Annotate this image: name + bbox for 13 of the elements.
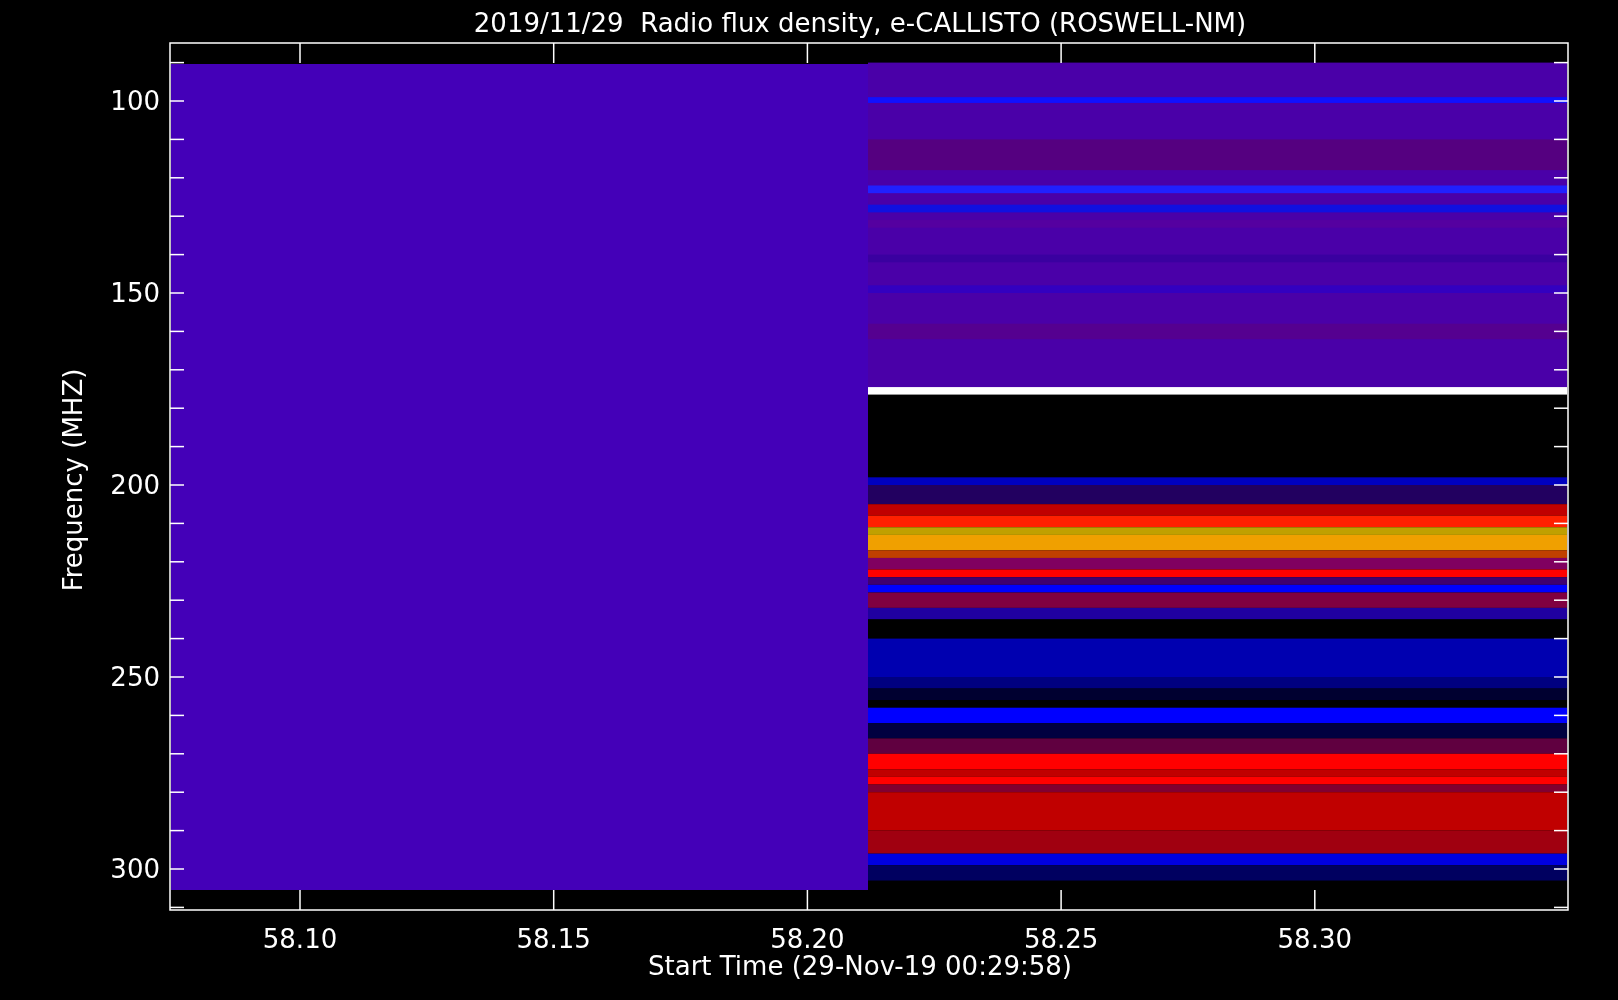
y-tick-label: 200 xyxy=(110,470,160,500)
x-tick-label: 58.25 xyxy=(1023,924,1099,954)
chart-title: 2019/11/29 Radio flux density, e-CALLISTO (ROSWELL-NM) xyxy=(473,8,1247,38)
x-tick-label: 58.20 xyxy=(770,924,845,954)
x-tick-label: 58.30 xyxy=(1277,924,1352,954)
x-tick-label: 58.15 xyxy=(516,924,591,954)
y-axis-label: Frequency (MHZ) xyxy=(58,368,88,592)
x-axis-label: Start Time (29-Nov-19 00:29:58) xyxy=(648,951,1072,981)
y-tick-label: 300 xyxy=(110,854,160,884)
y-tick-label: 150 xyxy=(110,278,160,308)
y-tick-label: 100 xyxy=(110,86,160,116)
y-tick-label: 250 xyxy=(110,662,160,692)
x-tick-label: 58.10 xyxy=(262,924,338,954)
